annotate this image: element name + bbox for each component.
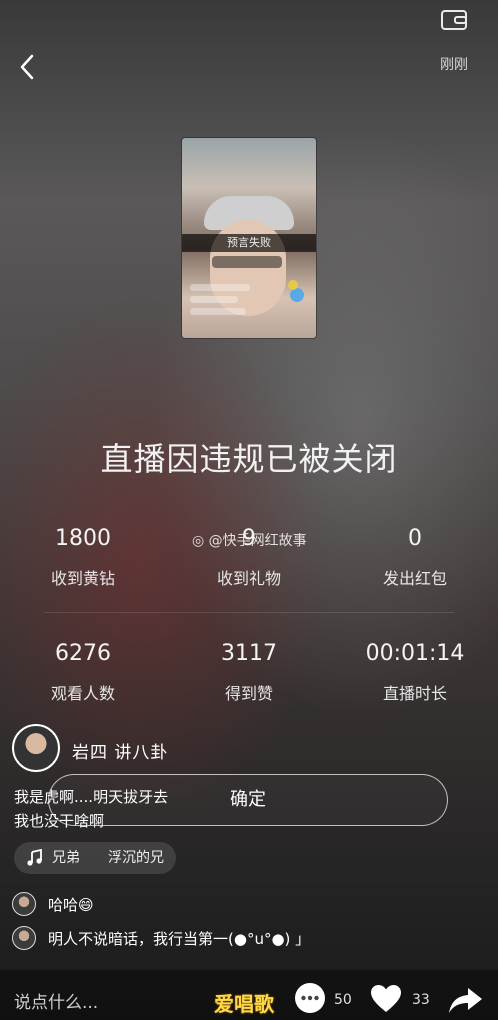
chevron-left-icon [20,54,34,80]
commenter-avatar[interactable] [12,926,36,950]
brand-watermark: 爱唱歌 [214,992,274,1016]
stat-value: 1800 [55,526,111,551]
music-tag[interactable]: 兄弟 浮沉的兄 [14,842,176,874]
stat-value: 00:01:14 [365,641,465,666]
share-button[interactable] [448,986,484,1018]
music-title-part2: 浮沉的兄 [108,850,164,866]
top-right-wallet[interactable]: 刚刚 [424,10,484,74]
comment-icon [295,983,325,1013]
comment-button[interactable] [294,982,326,1018]
stat-duration: 00:01:14 直播时长 [332,641,498,704]
thumbnail-comment [190,308,246,315]
thumbnail-like-dot [288,280,298,290]
stat-yellow-diamonds: 1800 收到黄钻 [0,526,166,589]
watermark-text: @快手网红故事 [208,533,307,549]
comment-text: 哈哈😄 [48,896,94,914]
stat-label: 直播时长 [382,684,447,703]
music-note-icon [27,849,42,866]
stat-label: 发出红包 [382,569,447,588]
like-button[interactable] [370,984,402,1018]
page-title: 直播因违规已被关闭 [100,440,398,478]
stat-label: 观看人数 [50,684,115,703]
avatar[interactable] [12,724,60,772]
thumbnail-overlay: 预言失败 [182,234,316,252]
back-button[interactable] [14,52,44,82]
music-title-part1: 兄弟 [52,850,80,866]
comment-input[interactable]: 说点什么... [14,988,98,1013]
wallet-icon [441,10,467,30]
stat-value: 0 [408,526,422,551]
stat-likes: 3117 得到赞 [166,641,332,704]
username[interactable]: 岩四 讲八卦 [72,738,168,763]
confirm-button[interactable]: 确定 [48,774,448,826]
thumbnail-comment [190,284,250,291]
share-arrow-icon [449,988,482,1013]
comment-count: 50 [334,992,352,1008]
timestamp-label: 刚刚 [440,57,468,73]
heart-icon [371,985,401,1012]
divider [44,612,454,613]
stat-label: 得到赞 [224,684,273,703]
thumbnail-bar [212,256,282,268]
stat-label: 收到黄钻 [50,569,115,588]
weibo-watermark: ◎ @快手网红故事 [192,530,307,550]
stat-viewers: 6276 观看人数 [0,641,166,704]
comment-text: 明人不说暗话，我行当第一(●°u°●) 」 [48,930,311,948]
thumbnail-comment [190,296,238,303]
stat-label: 收到礼物 [216,569,281,588]
like-count: 33 [412,992,430,1008]
stat-red-packets: 0 发出红包 [332,526,498,589]
weibo-icon: ◎ [192,533,205,549]
thumbnail-like-dot [290,288,304,302]
stream-thumbnail: 预言失败 [182,138,316,338]
stat-value: 6276 [55,641,111,666]
stat-value: 3117 [221,641,277,666]
commenter-avatar[interactable] [12,892,36,916]
